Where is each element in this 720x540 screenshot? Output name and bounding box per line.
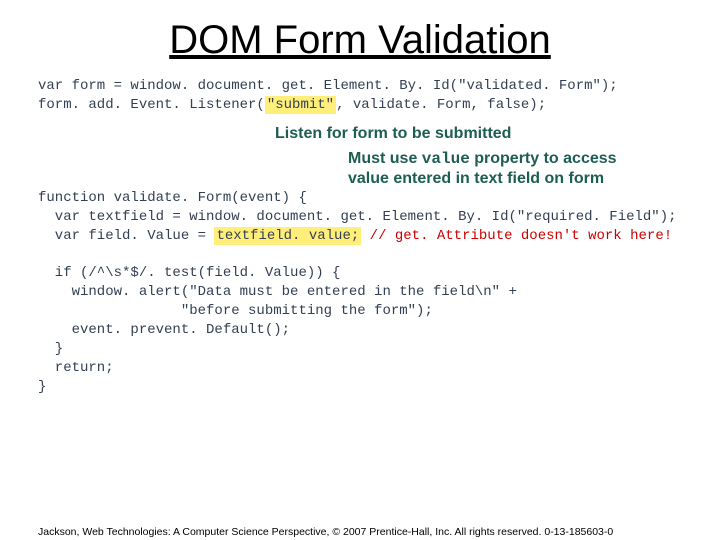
annotation-text: property to access [470,150,617,167]
footer-citation: Jackson, Web Technologies: A Computer Sc… [38,526,700,538]
code-block-1: var form = window. document. get. Elemen… [38,77,720,115]
highlight-value: textfield. value; [214,227,361,245]
code-text: if (/^\s*$/. test(field. Value)) { windo… [38,265,517,394]
highlight-submit: "submit" [265,96,336,114]
annotation-value: Must use value property to access value … [348,149,720,189]
annotation-text: value entered in text field on form [348,170,604,187]
annotation-mono: value [422,150,470,168]
annotation-text: Must use [348,150,422,167]
page-title: DOM Form Validation [0,18,720,63]
code-block-2: function validate. Form(event) { var tex… [38,189,720,397]
annotation-listen: Listen for form to be submitted [275,125,720,143]
code-comment-warning: // get. Attribute doesn't work here! [361,228,672,244]
code-text: , validate. Form, false); [336,97,546,113]
slide: DOM Form Validation var form = window. d… [0,18,720,540]
